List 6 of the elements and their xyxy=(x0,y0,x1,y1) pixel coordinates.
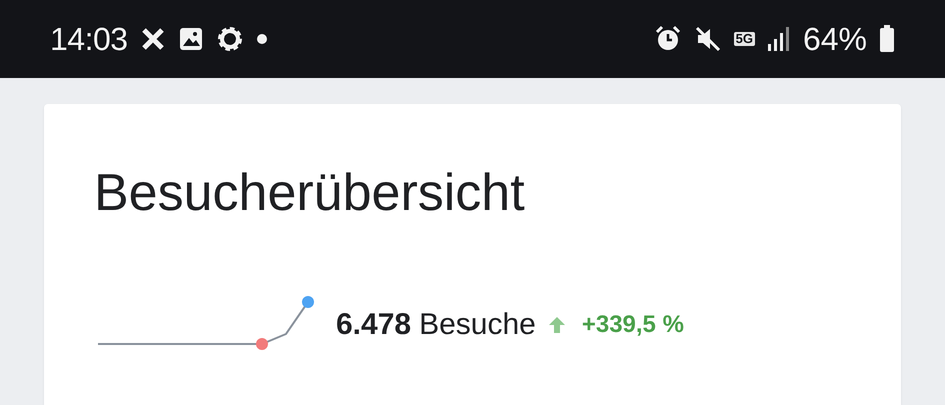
visits-count: 6.478 Besuche xyxy=(336,308,536,342)
battery-percent: 64% xyxy=(802,20,867,58)
card-title: Besucherübersicht xyxy=(94,163,526,224)
clock-time: 14:03 xyxy=(50,20,128,58)
network-type: 5G xyxy=(734,32,755,46)
change-percent: +339,5 % xyxy=(582,311,684,339)
